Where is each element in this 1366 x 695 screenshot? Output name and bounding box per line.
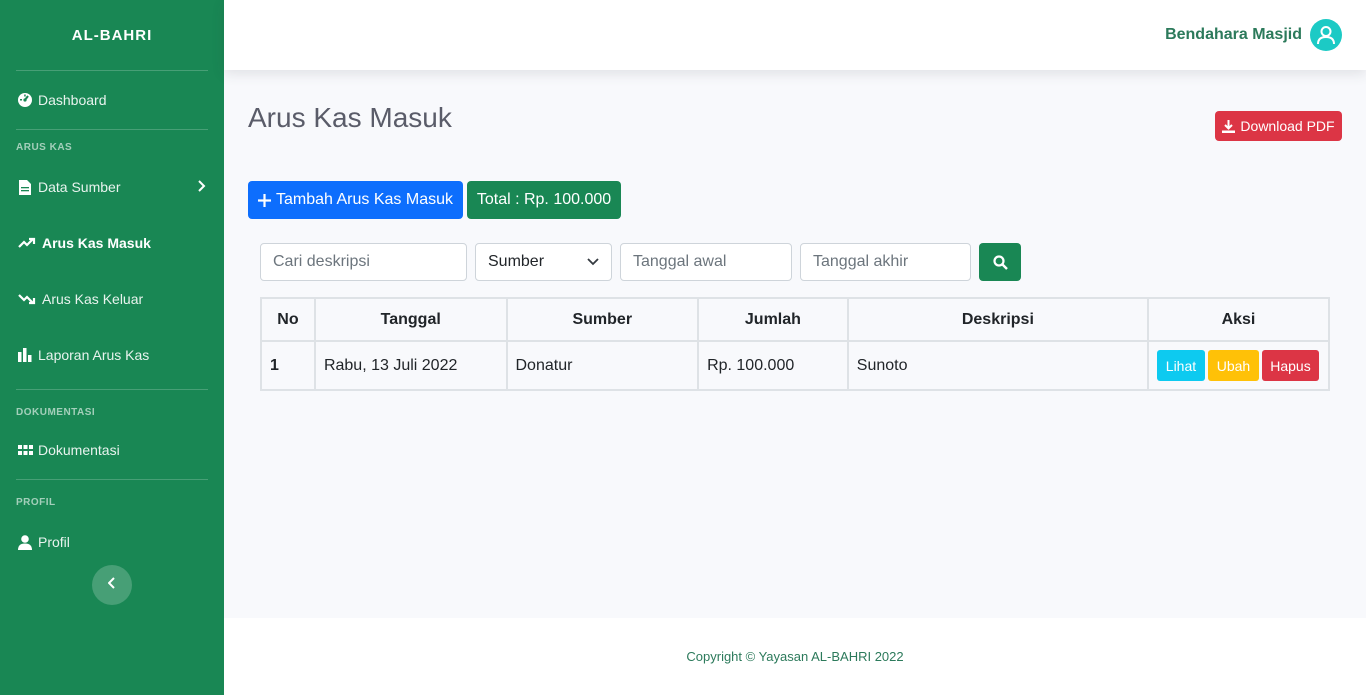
user-icon <box>16 534 34 550</box>
sidebar-item-profil[interactable]: Profil <box>0 525 224 559</box>
edit-button[interactable]: Ubah <box>1207 350 1259 381</box>
topbar: Bendahara Masjid <box>224 0 1366 70</box>
header-deskripsi: Deskripsi <box>846 297 1149 342</box>
end-date-input[interactable]: Tanggal akhir <box>800 243 971 281</box>
download-pdf-button[interactable]: Download PDF <box>1215 111 1342 141</box>
cell-no: 1 <box>260 340 316 391</box>
page-title: Arus Kas Masuk <box>248 102 452 133</box>
sidebar-toggle-button[interactable] <box>92 565 132 605</box>
download-pdf-label: Download PDF <box>1240 118 1335 134</box>
table-header-row: No Tanggal Sumber Jumlah Deskripsi Aksi <box>260 297 1331 342</box>
plus-icon <box>258 193 272 207</box>
cell-sumber: Donatur <box>505 340 700 391</box>
footer: Copyright © Yayasan AL-BAHRI 2022 <box>224 618 1366 695</box>
chevron-left-icon <box>107 576 116 594</box>
sidebar-item-laporan-arus-kas[interactable]: Laporan Arus Kas <box>0 321 224 389</box>
source-select[interactable]: Sumber <box>475 243 612 281</box>
sidebar-item-label: Laporan Arus Kas <box>38 347 150 363</box>
sidebar-item-label: Arus Kas Masuk <box>42 235 151 251</box>
header-sumber: Sumber <box>505 297 700 342</box>
user-name: Bendahara Masjid <box>1165 26 1302 43</box>
sidebar-item-data-sumber[interactable]: Data Sumber <box>0 165 224 209</box>
header-jumlah: Jumlah <box>697 297 849 342</box>
copyright-text: Copyright © Yayasan AL-BAHRI 2022 <box>686 649 904 664</box>
brand-logo[interactable]: AL-BAHRI <box>0 0 224 70</box>
user-menu[interactable]: Bendahara Masjid <box>1165 19 1342 51</box>
table-row: 1 Rabu, 13 Juli 2022 Donatur Rp. 100.000… <box>260 340 1331 391</box>
sidebar-heading-profil: PROFIL <box>16 497 56 508</box>
cash-in-table: No Tanggal Sumber Jumlah Deskripsi Aksi … <box>260 297 1331 391</box>
search-button[interactable] <box>979 243 1021 281</box>
trend-up-icon <box>16 236 38 250</box>
sidebar-item-arus-kas-keluar[interactable]: Arus Kas Keluar <box>0 277 224 321</box>
grid-icon <box>16 443 34 457</box>
sidebar-item-label: Profil <box>38 534 70 550</box>
dashboard-icon <box>16 93 34 107</box>
cell-deskripsi: Sunoto <box>846 340 1149 391</box>
sidebar: AL-BAHRI Dashboard ARUS KAS Data Sumber … <box>0 0 224 695</box>
search-icon <box>992 254 1008 270</box>
view-button[interactable]: Lihat <box>1156 350 1205 381</box>
add-cash-in-button[interactable]: Tambah Arus Kas Masuk <box>248 181 463 219</box>
chevron-down-icon <box>587 253 599 271</box>
file-icon <box>16 179 34 195</box>
sidebar-item-label: Dashboard <box>38 92 107 108</box>
header-tanggal: Tanggal <box>313 297 508 342</box>
cell-aksi: Lihat Ubah Hapus <box>1146 340 1331 391</box>
download-icon <box>1222 119 1236 133</box>
cell-tanggal: Rabu, 13 Juli 2022 <box>313 340 508 391</box>
add-cash-in-label: Tambah Arus Kas Masuk <box>276 191 453 208</box>
trend-down-icon <box>16 292 38 306</box>
sidebar-item-arus-kas-masuk[interactable]: Arus Kas Masuk <box>0 209 224 277</box>
header-no: No <box>260 297 316 342</box>
sidebar-item-label: Dokumentasi <box>38 442 120 458</box>
delete-button[interactable]: Hapus <box>1261 350 1319 381</box>
header-aksi: Aksi <box>1146 297 1331 342</box>
avatar-icon <box>1310 19 1342 51</box>
sidebar-heading-dokumentasi: DOKUMENTASI <box>16 407 96 418</box>
search-description-input[interactable]: Cari deskripsi <box>260 243 467 281</box>
bar-chart-icon <box>16 348 34 362</box>
sidebar-item-label: Arus Kas Keluar <box>42 291 144 307</box>
sidebar-heading-arus-kas: ARUS KAS <box>16 142 73 153</box>
cell-jumlah: Rp. 100.000 <box>697 340 849 391</box>
sidebar-item-dokumentasi[interactable]: Dokumentasi <box>0 435 224 465</box>
source-select-value: Sumber <box>488 253 545 270</box>
start-date-input[interactable]: Tanggal awal <box>620 243 792 281</box>
sidebar-item-dashboard[interactable]: Dashboard <box>0 71 224 129</box>
total-badge: Total : Rp. 100.000 <box>467 181 621 219</box>
chevron-right-icon <box>198 179 206 195</box>
sidebar-item-label: Data Sumber <box>38 179 121 195</box>
